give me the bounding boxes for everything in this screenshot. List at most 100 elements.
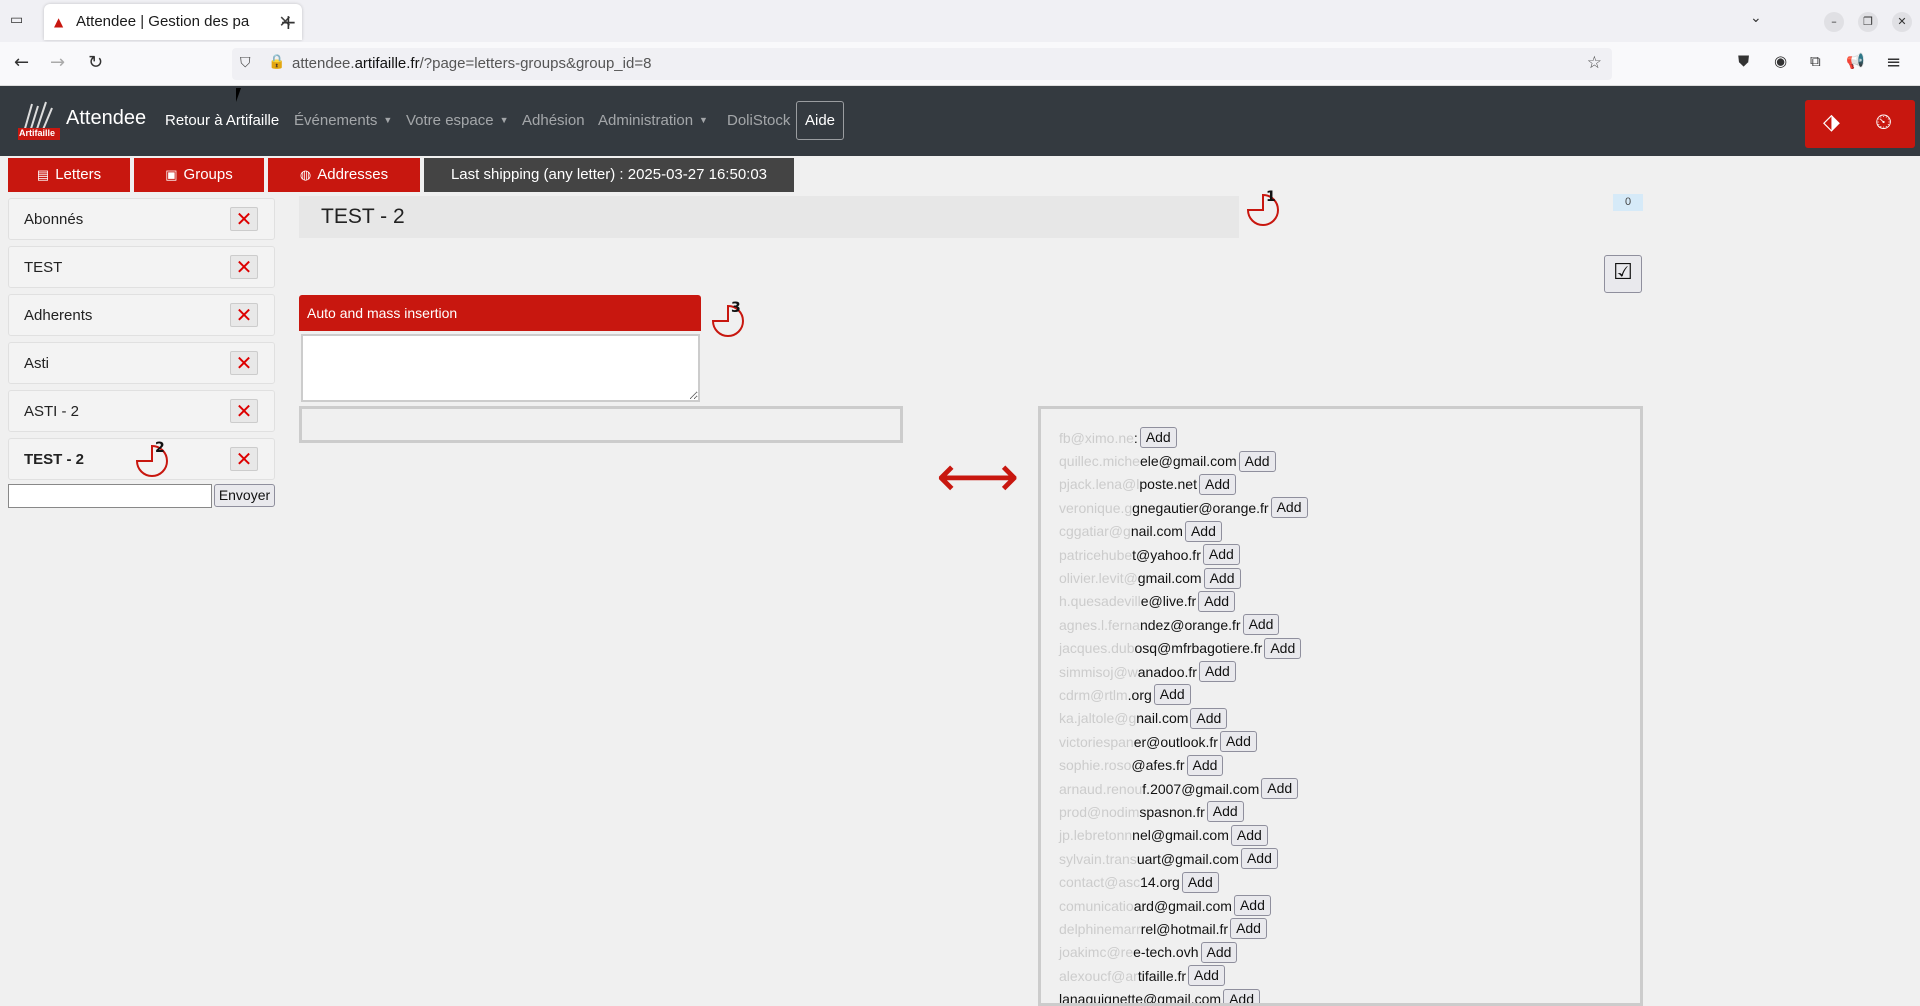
email-row: contact@asc14.org Add (1059, 870, 1619, 893)
group-members-box[interactable] (299, 406, 903, 443)
add-email-button[interactable]: Add (1139, 427, 1177, 449)
add-email-button[interactable]: Add (1203, 567, 1241, 589)
reload-icon[interactable]: ↻ (88, 52, 103, 73)
chevron-down-icon[interactable]: ⌄ (1750, 10, 1762, 26)
window-close-icon[interactable]: ✕ (1892, 12, 1912, 32)
bookmark-star-icon[interactable]: ☆ (1587, 53, 1602, 73)
add-email-button[interactable]: Add (1184, 520, 1222, 542)
email-address: prod@nodimspasnon.fr (1059, 803, 1205, 820)
add-email-button[interactable]: Add (1206, 801, 1244, 823)
available-emails-box[interactable]: fb@ximo.ne: Add quillec.micheele@gmail.com… (1038, 406, 1643, 1006)
auto-insertion-textarea[interactable] (301, 334, 700, 402)
add-email-button[interactable]: Add (1200, 941, 1238, 963)
shield-icon[interactable]: ⛉ (240, 55, 251, 71)
lock-icon[interactable]: 🔒 (268, 54, 285, 70)
add-email-button[interactable]: Add (1238, 450, 1276, 472)
email-address: patricehubet@yahoo.fr (1059, 546, 1201, 563)
signpost-icon[interactable]: ⬗ (1823, 110, 1840, 135)
delete-group-icon[interactable]: ✕ (230, 399, 258, 423)
back-icon[interactable]: ← (14, 52, 29, 73)
add-email-button[interactable]: Add (1270, 497, 1308, 519)
email-address: joakimc@ree-tech.ovh (1059, 944, 1199, 961)
add-email-button[interactable]: Add (1264, 637, 1302, 659)
add-email-button[interactable]: Add (1230, 918, 1267, 940)
add-email-button[interactable]: Add (1202, 544, 1240, 566)
check-all-button[interactable]: ☑ (1604, 255, 1642, 293)
delete-group-icon[interactable]: ✕ (230, 255, 258, 279)
tab-list-icon[interactable]: ▭ (10, 12, 30, 30)
forward-icon[interactable]: → (50, 52, 65, 73)
add-email-button[interactable]: Add (1219, 731, 1257, 753)
group-item[interactable]: ASTI - 2 ✕ (8, 390, 275, 432)
brand-name[interactable]: Attendee (66, 107, 146, 130)
group-name[interactable]: TEST - 2 (24, 451, 84, 468)
menu-evenements[interactable]: Événements ▼ (294, 112, 392, 129)
caret-down-icon: ▼ (383, 115, 393, 125)
menu-votre-espace[interactable]: Votre espace ▼ (406, 112, 508, 129)
browser-tab[interactable]: ▲ Attendee | Gestion des pa ✕ (44, 4, 302, 40)
add-email-button[interactable]: Add (1242, 614, 1280, 636)
mouse-cursor-icon (236, 88, 246, 102)
add-email-button[interactable]: Add (1190, 707, 1228, 729)
email-row: sophie.roso@afes.fr Add (1059, 753, 1619, 776)
group-item[interactable]: TEST ✕ (8, 246, 275, 288)
group-item[interactable]: Asti ✕ (8, 342, 275, 384)
letter-icon: ▤ (36, 167, 50, 182)
group-item[interactable]: Adherents ✕ (8, 294, 275, 336)
groups-button[interactable]: ▣ Groups (134, 158, 264, 192)
add-email-button[interactable]: Add (1223, 988, 1261, 1003)
group-name[interactable]: ASTI - 2 (24, 403, 79, 420)
addresses-button[interactable]: ◍ Addresses (268, 158, 420, 192)
minimize-icon[interactable]: – (1824, 12, 1844, 32)
email-address: arnaud.renouf.2007@gmail.com (1059, 780, 1260, 797)
group-name[interactable]: TEST (24, 259, 62, 276)
group-name[interactable]: Adherents (24, 307, 92, 324)
add-email-button[interactable]: Add (1198, 661, 1236, 683)
add-email-button[interactable]: Add (1198, 590, 1236, 612)
add-email-button[interactable]: Add (1186, 754, 1224, 776)
add-email-button[interactable]: Add (1230, 824, 1268, 846)
add-email-button[interactable]: Add (1198, 473, 1236, 495)
add-email-button[interactable]: Add (1181, 871, 1219, 893)
aide-button[interactable]: Aide (796, 101, 844, 140)
add-email-button[interactable]: Add (1261, 778, 1299, 800)
group-item[interactable]: Abonnés ✕ (8, 198, 275, 240)
envoyer-button[interactable]: Envoyer (214, 484, 275, 507)
email-address: sophie.roso@afes.fr (1059, 757, 1185, 774)
extensions-icon[interactable]: ⧉ (1810, 52, 1821, 70)
delete-group-icon[interactable]: ✕ (230, 447, 258, 471)
menu-retour-artifaille[interactable]: Retour à Artifaille (165, 112, 279, 129)
group-name[interactable]: Asti (24, 355, 49, 372)
page-title[interactable]: TEST - 2 (321, 205, 405, 229)
email-row: fb@ximo.ne: Add (1059, 426, 1619, 449)
menu-dolistock[interactable]: DoliStock (727, 112, 790, 129)
email-list: fb@ximo.ne: Add quillec.micheele@gmail.com… (1059, 426, 1619, 1003)
delete-group-icon[interactable]: ✕ (230, 207, 258, 231)
delete-group-icon[interactable]: ✕ (230, 351, 258, 375)
add-email-button[interactable]: Add (1233, 895, 1271, 916)
menu-administration[interactable]: Administration ▼ (598, 112, 708, 129)
add-email-button[interactable]: Add (1240, 848, 1278, 870)
pocket-icon[interactable]: ⛊ (1738, 52, 1749, 70)
history-icon[interactable]: ⏲ (1875, 110, 1892, 135)
group-title-bar: TEST - 2 (299, 196, 1239, 238)
group-name[interactable]: Abonnés (24, 211, 83, 228)
tutorial-marker-3: 3 (709, 300, 747, 340)
letters-button[interactable]: ▤ Letters (8, 158, 130, 192)
add-email-button[interactable]: Add (1188, 965, 1225, 987)
megaphone-icon[interactable]: 📢 (1846, 52, 1865, 70)
hamburger-menu-icon[interactable]: ≡ (1886, 52, 1901, 73)
add-email-button[interactable]: Add (1153, 684, 1191, 706)
url-bar[interactable]: ⛉ 🔒 attendee.artifaille.fr/?page=letters… (232, 48, 1612, 80)
menu-adhesion[interactable]: Adhésion (522, 112, 585, 129)
url-text[interactable]: attendee.artifaille.fr/?page=letters-gro… (292, 55, 651, 72)
email-row: joakimc@ree-tech.ovh Add (1059, 941, 1619, 964)
email-row: victoriespaner@outlook.fr Add (1059, 730, 1619, 753)
delete-group-icon[interactable]: ✕ (230, 303, 258, 327)
new-tab-icon[interactable]: + (280, 10, 297, 34)
account-icon[interactable]: ◉ (1774, 52, 1787, 70)
header-action-group: ⬗ ⏲ (1805, 100, 1915, 148)
restore-icon[interactable]: ❐ (1858, 12, 1878, 32)
new-group-input[interactable] (8, 484, 212, 508)
email-address: delphinemarrrel@hotmail.fr (1059, 920, 1229, 937)
